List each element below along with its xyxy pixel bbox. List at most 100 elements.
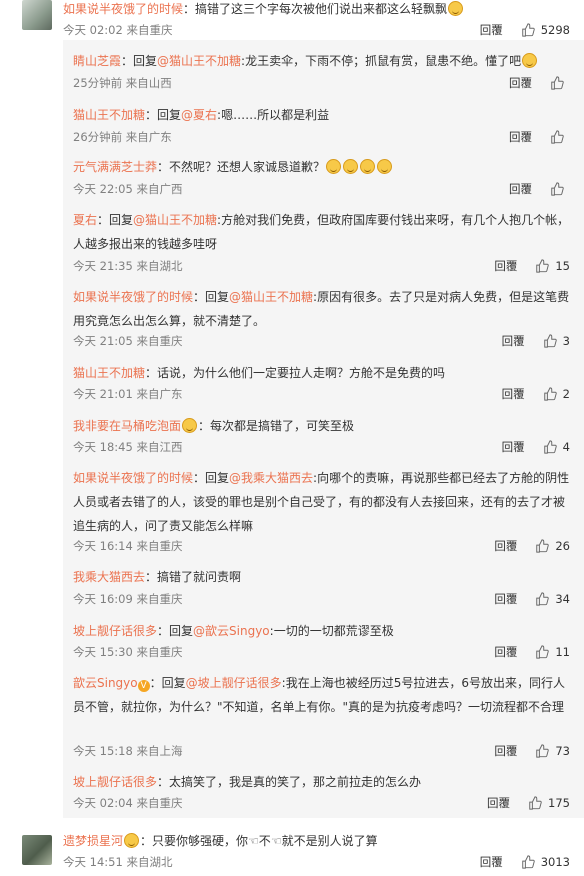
like-button[interactable]: [550, 182, 570, 196]
thumbs-up-icon: [536, 592, 550, 606]
like-button[interactable]: 3: [543, 334, 570, 348]
reply-item: 夏右：回复@猫山王不加糖:方舱对我们免费，但政府国库要付钱出来呀，有几个人抱几个…: [73, 213, 570, 273]
timestamp: 今天 18:45 来自江西: [73, 440, 183, 454]
comment-text: 如果说半夜饿了的时候：搞错了这三个字每次被他们说出来都这么轻飘飘: [63, 0, 570, 21]
like-button[interactable]: 175: [528, 796, 570, 810]
timestamp: 26分钟前 来自广东: [73, 130, 172, 144]
reply-button[interactable]: 回覆: [487, 795, 510, 811]
timestamp: 25分钟前 来自山西: [73, 76, 172, 90]
like-button[interactable]: [550, 130, 570, 144]
username[interactable]: 猫山王不加糖: [73, 108, 145, 122]
reply-button[interactable]: 回覆: [494, 258, 517, 274]
username[interactable]: 元气满满芝士莽: [73, 160, 157, 174]
like-count: 11: [555, 645, 570, 659]
like-button[interactable]: 73: [535, 744, 570, 758]
like-button[interactable]: 26: [535, 539, 570, 553]
username[interactable]: 睛山芝霞: [73, 54, 121, 68]
reply-item: 元气满满芝士莽：不然呢？还想人家诚恳道歉？ 今天 22:05 来自广西 回覆: [73, 155, 570, 196]
username[interactable]: 猫山王不加糖: [73, 366, 145, 380]
top-comment: 遗梦损星河 ：只要你够强硬，你☜不☜就不是别人说了算 今天 14:51 来自湖北 …: [63, 829, 570, 869]
reply-item: 歆云Singyo V ：回复@坡上靓仔话很多:我在上海也被经历过5号拉进去，6号放出…: [73, 676, 570, 758]
hand-icon: ☜: [270, 834, 282, 848]
username[interactable]: 我非要在马桶吃泡面: [73, 419, 181, 433]
avatar[interactable]: [22, 835, 52, 865]
reply-button[interactable]: 回覆: [502, 386, 525, 402]
reply-item: 如果说半夜饿了的时候：回复@猫山王不加糖:原因有很多。去了只是对病人免费，但是这…: [73, 290, 570, 348]
thumbs-up-icon: [543, 334, 557, 348]
like-count: 34: [555, 592, 570, 606]
like-count: 3013: [540, 855, 570, 869]
reply-button[interactable]: 回覆: [509, 75, 532, 91]
reply-button[interactable]: 回覆: [494, 591, 517, 607]
username[interactable]: 如果说半夜饿了的时候: [63, 2, 183, 16]
reply-item: 我乘大猫西去：搞错了就问责啊 今天 16:09 来自重庆 回覆 34: [73, 570, 570, 606]
username[interactable]: 夏右: [73, 213, 97, 227]
timestamp: 今天 02:02 来自重庆: [63, 23, 173, 37]
reply-button[interactable]: 回覆: [480, 22, 503, 38]
thumbs-up-icon: [551, 76, 564, 90]
reply-button[interactable]: 回覆: [509, 129, 532, 145]
like-count: 2: [562, 387, 570, 401]
thumbs-up-icon: [536, 744, 550, 758]
like-count: 5298: [540, 23, 570, 37]
comment-text: 遗梦损星河 ：只要你够强硬，你☜不☜就不是别人说了算: [63, 833, 378, 848]
like-button[interactable]: 11: [535, 645, 570, 659]
reply-button[interactable]: 回覆: [509, 181, 532, 197]
emoji-icon: [448, 1, 464, 16]
like-button[interactable]: 5298: [521, 23, 570, 37]
top-comment: 如果说半夜饿了的时候：搞错了这三个字每次被他们说出来都这么轻飘飘 今天 02:0…: [63, 0, 570, 37]
reply-button[interactable]: 回覆: [494, 743, 517, 759]
emoji-icon: [124, 833, 140, 848]
mention-link[interactable]: @猫山王不加糖: [157, 54, 241, 68]
reply-item: 如果说半夜饿了的时候：回复@我乘大猫西去:向哪个的责嘛，再说那些都已经去了方舱的…: [73, 471, 570, 553]
like-count: 15: [555, 259, 570, 273]
reply-button[interactable]: 回覆: [480, 854, 503, 870]
username[interactable]: 歆云Singyo: [73, 676, 138, 690]
verified-badge-icon: V: [137, 680, 150, 692]
reply-button[interactable]: 回覆: [494, 538, 517, 554]
like-button[interactable]: 15: [535, 259, 570, 273]
mention-link[interactable]: @猫山王不加糖: [133, 213, 217, 227]
thumbs-up-icon: [521, 855, 535, 869]
mention-link[interactable]: @猫山王不加糖: [229, 290, 313, 304]
mention-link[interactable]: @我乘大猫西去: [229, 471, 313, 485]
username[interactable]: 如果说半夜饿了的时候: [73, 290, 193, 304]
like-button[interactable]: 3013: [521, 855, 570, 869]
reply-button[interactable]: 回覆: [502, 439, 525, 455]
thumbs-up-icon: [543, 387, 557, 401]
like-button[interactable]: 2: [543, 387, 570, 401]
timestamp: 今天 14:51 来自湖北: [63, 855, 173, 869]
timestamp: 今天 21:05 来自重庆: [73, 334, 183, 348]
timestamp: 今天 22:05 来自广西: [73, 182, 183, 196]
mention-link[interactable]: @歆云Singyo: [193, 624, 270, 638]
like-count: 4: [562, 440, 570, 454]
thumbs-up-icon: [543, 440, 557, 454]
reply-button[interactable]: 回覆: [494, 644, 517, 660]
like-button[interactable]: 4: [543, 440, 570, 454]
username[interactable]: 遗梦损星河: [63, 834, 123, 848]
mention-link[interactable]: @夏右: [181, 108, 217, 122]
username[interactable]: 如果说半夜饿了的时候: [73, 471, 193, 485]
mention-link[interactable]: @坡上靓仔话很多: [186, 676, 282, 690]
reply-item: 猫山王不加糖：话说，为什么他们一定要拉人走啊？方舱不是免费的吗 今天 21:01…: [73, 366, 570, 401]
comment-meta: 今天 02:02 来自重庆 回覆 5298: [63, 22, 570, 38]
thumbs-up-icon: [551, 182, 564, 196]
reply-item: 睛山芝霞：回复@猫山王不加糖:龙王卖伞，下雨不停；抓鼠有赏，鼠患不绝。懂了吧 2…: [73, 49, 570, 90]
username[interactable]: 我乘大猫西去: [73, 570, 145, 584]
emoji-icon: [377, 159, 393, 174]
username[interactable]: 坡上靓仔话很多: [73, 775, 157, 789]
thumbs-up-icon: [521, 23, 535, 37]
emoji-icon: [522, 53, 538, 68]
like-button[interactable]: [550, 76, 570, 90]
emoji-icon: [360, 159, 376, 174]
timestamp: 今天 16:09 来自重庆: [73, 592, 183, 606]
reply-item: 我非要在马桶吃泡面 ：每次都是搞错了，可笑至极 今天 18:45 来自江西 回覆 4: [73, 418, 570, 454]
avatar[interactable]: [22, 0, 52, 30]
reply-button[interactable]: 回覆: [502, 333, 525, 349]
like-button[interactable]: 34: [535, 592, 570, 606]
thumbs-up-icon: [551, 130, 564, 144]
thumbs-up-icon: [536, 259, 550, 273]
timestamp: 今天 16:14 来自重庆: [73, 539, 183, 553]
thumbs-up-icon: [536, 645, 550, 659]
username[interactable]: 坡上靓仔话很多: [73, 624, 157, 638]
